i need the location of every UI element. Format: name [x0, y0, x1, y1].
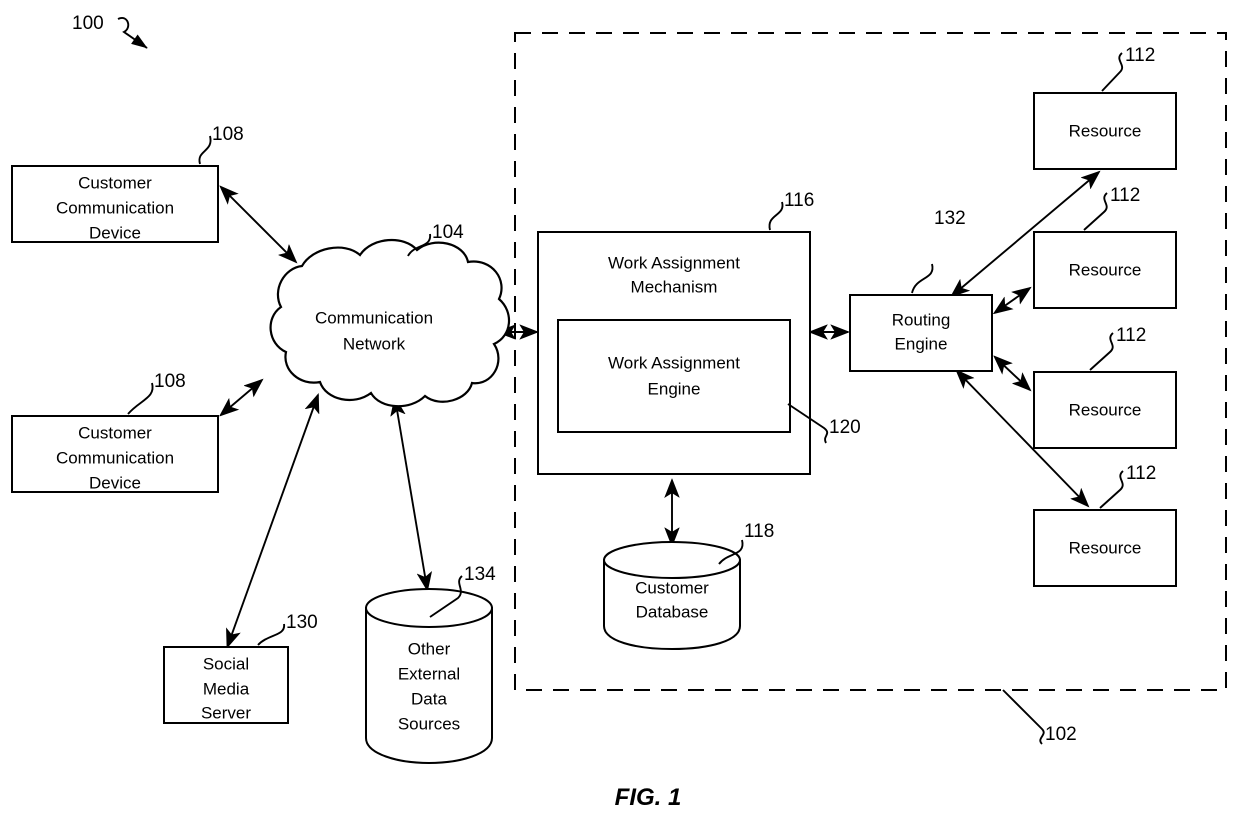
ref-callout-116: 116 — [768, 190, 814, 231]
connector-social-network — [228, 395, 318, 645]
customer-device-2-label-line1: Customer — [78, 423, 152, 442]
ref-label-112-4: 112 — [1126, 463, 1156, 484]
connector-extdata-network — [395, 398, 427, 588]
routing-engine-label-line2: Engine — [895, 334, 948, 353]
resource-2-label: Resource — [1069, 260, 1142, 279]
patent-figure: Customer Communication Device 108 Custom… — [0, 0, 1240, 825]
ref-label-132: 132 — [934, 208, 966, 229]
node-work-assignment-engine[interactable]: Work Assignment Engine — [557, 319, 791, 433]
routing-engine-label-line1: Routing — [892, 310, 951, 329]
social-media-server-label-line3: Server — [201, 703, 251, 722]
figure-caption: FIG. 1 — [615, 784, 682, 811]
work-assignment-engine-box[interactable] — [557, 319, 791, 433]
node-customer-communication-device-1[interactable]: Customer Communication Device — [11, 165, 219, 243]
resource-4-label: Resource — [1069, 538, 1142, 557]
ref-label-100: 100 — [72, 13, 104, 34]
other-external-data-label-line1: Other — [408, 639, 451, 658]
social-media-server-label-line2: Media — [203, 679, 250, 698]
ref-callout-112-3: 112 — [1089, 325, 1146, 371]
ref-callout-112-2: 112 — [1083, 185, 1140, 231]
ref-label-102: 102 — [1045, 724, 1077, 745]
customer-device-2-label-line2: Communication — [56, 448, 174, 467]
customer-database-cylinder-top — [603, 541, 741, 579]
other-external-data-label-line3: Data — [411, 689, 447, 708]
ref-callout-100: 100 — [72, 13, 148, 49]
customer-device-1-label-line3: Device — [89, 223, 141, 242]
work-assignment-engine-label-line2: Engine — [648, 379, 701, 398]
ref-callout-108-b: 108 — [127, 371, 186, 415]
other-external-data-label-line2: External — [398, 664, 460, 683]
ref-label-112-3: 112 — [1116, 325, 1146, 346]
ref-callout-102: 102 — [1002, 689, 1077, 745]
node-work-assignment-mechanism[interactable]: Work Assignment Mechanism Work Assignmen… — [537, 231, 811, 475]
node-routing-engine[interactable]: Routing Engine — [849, 294, 993, 372]
ref-label-130: 130 — [286, 612, 318, 633]
ref-callout-112-4: 112 — [1099, 463, 1156, 509]
resource-1-label: Resource — [1069, 121, 1142, 140]
node-communication-network[interactable]: Communication Network — [269, 238, 510, 408]
ref-label-108-b: 108 — [154, 371, 186, 392]
ref-callout-108-a: 108 — [198, 124, 244, 165]
routing-engine-box[interactable] — [849, 294, 993, 372]
node-resource-1[interactable]: Resource — [1033, 92, 1177, 170]
ref-label-104: 104 — [432, 222, 464, 243]
customer-database-label-line2: Database — [636, 602, 709, 621]
node-customer-communication-device-2[interactable]: Customer Communication Device — [11, 415, 219, 493]
customer-device-2-label-line3: Device — [89, 473, 141, 492]
ref-callout-118: 118 — [718, 521, 774, 565]
other-external-data-label-line4: Sources — [398, 714, 460, 733]
ref-label-120: 120 — [829, 417, 861, 438]
node-social-media-server[interactable]: Social Media Server — [163, 646, 289, 724]
work-assignment-mechanism-label-line1: Work Assignment — [608, 253, 740, 272]
ref-label-112-1: 112 — [1125, 45, 1155, 66]
ref-callout-112-1: 112 — [1101, 45, 1155, 92]
resource-3-label: Resource — [1069, 400, 1142, 419]
ref-label-108-a: 108 — [212, 124, 244, 145]
ref-label-116: 116 — [784, 190, 814, 211]
connector-routing-resource3 — [996, 358, 1030, 390]
communication-network-label-line2: Network — [343, 334, 406, 353]
work-assignment-mechanism-label-line2: Mechanism — [631, 277, 718, 296]
work-assignment-engine-label-line1: Work Assignment — [608, 353, 740, 372]
ref-callout-130: 130 — [257, 612, 318, 646]
connector-routing-resource2 — [996, 288, 1030, 312]
other-external-data-sources-cylinder[interactable] — [365, 607, 493, 765]
ref-label-112-2: 112 — [1110, 185, 1140, 206]
communication-network-label-line1: Communication — [315, 308, 433, 327]
connector-device1-network — [222, 188, 296, 262]
customer-device-1-label-line2: Communication — [56, 198, 174, 217]
figure-canvas: Customer Communication Device 108 Custom… — [11, 13, 1227, 811]
other-external-data-sources-cylinder-top — [365, 588, 493, 628]
node-resource-2[interactable]: Resource — [1033, 231, 1177, 309]
customer-device-1-label-line1: Customer — [78, 173, 152, 192]
node-resource-3[interactable]: Resource — [1033, 371, 1177, 449]
ref-label-134: 134 — [464, 564, 496, 585]
social-media-server-label-line1: Social — [203, 654, 249, 673]
ref-label-118: 118 — [744, 521, 774, 542]
node-other-external-data-sources[interactable]: Other External Data Sources — [365, 588, 493, 765]
connector-device2-network — [222, 380, 262, 414]
customer-database-label-line1: Customer — [635, 578, 709, 597]
node-customer-database[interactable]: Customer Database — [603, 541, 741, 651]
node-resource-4[interactable]: Resource — [1033, 509, 1177, 587]
ref-callout-132: 132 — [911, 208, 966, 294]
